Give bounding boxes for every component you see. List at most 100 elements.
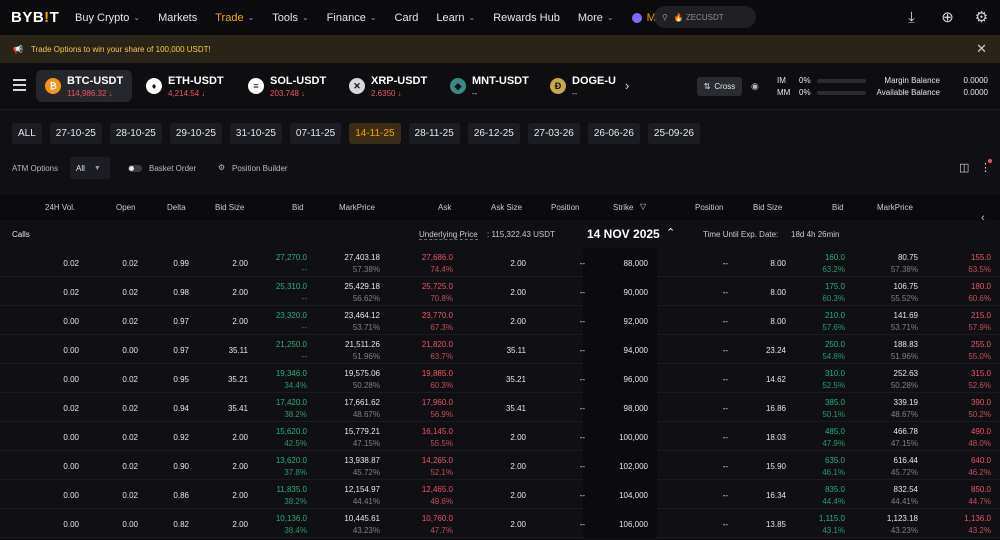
cell-pbid[interactable]: 160.0 <box>825 253 845 262</box>
cell-bid[interactable]: 25,310.0 <box>276 282 307 291</box>
cell-bid[interactable]: 19,346.0 <box>276 369 307 378</box>
settings-gear-icon[interactable]: ⚙ <box>973 9 990 26</box>
option-row[interactable]: 0.00 0.00 0.82 2.00 10,136.0 38.4% 10,445.61 43… <box>0 509 1000 538</box>
bybit-logo[interactable]: BYB!T <box>11 9 71 26</box>
cell-pmark[interactable]: 832.54 <box>894 485 918 494</box>
close-icon[interactable]: ✕ <box>976 41 987 57</box>
cell-pmark[interactable]: 106.75 <box>894 282 918 291</box>
nav-item-card[interactable]: Card <box>395 12 419 24</box>
cell-mark[interactable]: 13,938.87 <box>344 456 380 465</box>
cell-pmark[interactable]: 466.78 <box>894 427 918 436</box>
cell-pbid[interactable]: 1,115.0 <box>819 514 845 523</box>
expiry-tab-26-06-26[interactable]: 26-06-26 <box>587 123 640 144</box>
cell-ask[interactable]: 23,770.0 <box>422 311 453 320</box>
cell-pmark[interactable]: 339.19 <box>894 398 918 407</box>
hamburger-menu-icon[interactable] <box>13 79 26 91</box>
expiry-tab-07-11-25[interactable]: 07-11-25 <box>289 123 342 144</box>
cell-pask[interactable]: 1,136.0 <box>964 514 991 523</box>
download-icon[interactable]: ⤓ <box>903 9 920 26</box>
cell-ask[interactable]: 10,760.0 <box>422 514 453 523</box>
cell-pmark[interactable]: 80.75 <box>898 253 918 262</box>
cell-ask[interactable]: 25,725.0 <box>422 282 453 291</box>
pair-tab-mnt-usdt[interactable]: ◆ MNT-USDT -- <box>441 70 535 102</box>
option-row[interactable]: 0.00 0.02 0.90 2.00 13,620.0 37.8% 13,938.87 45… <box>0 451 1000 480</box>
basket-order-toggle[interactable] <box>128 165 142 172</box>
cell-mark[interactable]: 10,445.61 <box>344 514 380 523</box>
option-row[interactable]: 0.02 0.02 0.98 2.00 25,310.0 -- 25,429.18 56.62… <box>0 277 1000 306</box>
cell-pask[interactable]: 215.0 <box>971 311 991 320</box>
cell-bid[interactable]: 23,320.0 <box>276 311 307 320</box>
pair-tab-doge-u[interactable]: Ð DOGE-U -- <box>541 70 617 102</box>
cell-bid[interactable]: 21,250.0 <box>276 340 307 349</box>
cell-pmark[interactable]: 188.83 <box>894 340 918 349</box>
cell-ask[interactable]: 21,820.0 <box>422 340 453 349</box>
nav-item-markets[interactable]: Markets <box>158 12 197 24</box>
cell-ask[interactable]: 19,885.0 <box>422 369 453 378</box>
nav-item-finance[interactable]: Finance ⌄ <box>327 12 377 24</box>
option-row[interactable]: 0.00 0.00 0.97 35.11 21,250.0 -- 21,511.26 51.9… <box>0 335 1000 364</box>
cell-pbid[interactable]: 485.0 <box>825 427 845 436</box>
pair-tab-xrp-usdt[interactable]: ✕ XRP-USDT 2.6350 ↓ <box>340 70 434 102</box>
cell-pbid[interactable]: 635.0 <box>825 456 845 465</box>
cell-bid[interactable]: 11,835.0 <box>276 485 307 494</box>
cell-ask[interactable]: 17,960.0 <box>422 398 453 407</box>
cell-pask[interactable]: 255.0 <box>971 340 991 349</box>
cell-bid[interactable]: 15,620.0 <box>276 427 307 436</box>
nav-item-learn[interactable]: Learn ⌄ <box>436 12 475 24</box>
cell-pbid[interactable]: 310.0 <box>825 369 845 378</box>
search-input[interactable]: ⚲ 🔥 ZECUSDT <box>654 6 756 28</box>
cell-pask[interactable]: 850.0 <box>971 485 991 494</box>
filter-icon[interactable]: ▽ <box>640 202 646 211</box>
cell-pbid[interactable]: 250.0 <box>825 340 845 349</box>
cell-mark[interactable]: 21,511.26 <box>345 340 380 349</box>
pair-tab-sol-usdt[interactable]: ≡ SOL-USDT 203.748 ↓ <box>239 70 335 102</box>
cell-ask[interactable]: 14,265.0 <box>422 456 453 465</box>
cell-mark[interactable]: 25,429.18 <box>344 282 380 291</box>
eye-icon[interactable]: ◉ <box>751 81 759 92</box>
cell-pmark[interactable]: 1,123.18 <box>887 514 918 523</box>
cell-bid[interactable]: 10,136.0 <box>276 514 307 523</box>
option-row[interactable]: 0.02 0.02 0.94 35.41 17,420.0 38.2% 17,661.62 4… <box>0 393 1000 422</box>
cell-bid[interactable]: 13,620.0 <box>276 456 307 465</box>
cell-mark[interactable]: 23,464.12 <box>344 311 380 320</box>
expiry-tab-27-03-26[interactable]: 27-03-26 <box>527 123 580 144</box>
cell-pbid[interactable]: 385.0 <box>825 398 845 407</box>
cell-ask[interactable]: 27,686.0 <box>422 253 453 262</box>
cell-mark[interactable]: 15,779.21 <box>344 427 380 436</box>
cell-bid[interactable]: 17,420.0 <box>276 398 307 407</box>
expiry-tab-all[interactable]: ALL <box>12 123 42 144</box>
cell-ask[interactable]: 16,145.0 <box>422 427 453 436</box>
nav-item-more[interactable]: More ⌄ <box>578 12 614 24</box>
globe-icon[interactable]: ⊕ <box>939 9 956 26</box>
option-row[interactable]: 0.00 0.02 0.95 35.21 19,346.0 34.4% 19,575.06 5… <box>0 364 1000 393</box>
nav-item-buy-crypto[interactable]: Buy Crypto ⌄ <box>75 12 140 24</box>
cell-pask[interactable]: 155.0 <box>971 253 991 262</box>
expiry-tab-27-10-25[interactable]: 27-10-25 <box>49 123 102 144</box>
expiry-tab-29-10-25[interactable]: 29-10-25 <box>169 123 222 144</box>
option-row[interactable]: 0.02 0.02 0.99 2.00 27,270.0 -- 27,403.18 57.38… <box>0 248 1000 277</box>
chevron-up-icon[interactable]: ⌃ <box>666 226 675 239</box>
expiry-tab-31-10-25[interactable]: 31-10-25 <box>229 123 282 144</box>
option-row[interactable]: 0.00 0.02 0.97 2.00 23,320.0 -- 23,464.12 53.71… <box>0 306 1000 335</box>
expiry-tab-28-10-25[interactable]: 28-10-25 <box>109 123 162 144</box>
nav-item-trade[interactable]: Trade ⌄ <box>215 12 254 24</box>
cell-pbid[interactable]: 175.0 <box>825 282 845 291</box>
pair-tab-eth-usdt[interactable]: ♦ ETH-USDT 4,214.54 ↓ <box>137 70 233 102</box>
pair-tab-btc-usdt[interactable]: ₿ BTC-USDT 114,986.32 ↓ <box>36 70 132 102</box>
cell-pmark[interactable]: 141.69 <box>894 311 918 320</box>
chevron-right-icon[interactable]: › <box>625 78 629 93</box>
cell-bid[interactable]: 27,270.0 <box>276 253 307 262</box>
expiry-tab-26-12-25[interactable]: 26-12-25 <box>467 123 520 144</box>
cell-pbid[interactable]: 835.0 <box>825 485 845 494</box>
cell-ask[interactable]: 12,465.0 <box>422 485 453 494</box>
cell-pask[interactable]: 490.0 <box>971 427 991 436</box>
cell-pmark[interactable]: 252.63 <box>894 369 918 378</box>
cell-mark[interactable]: 19,575.06 <box>344 369 380 378</box>
margin-mode-button[interactable]: ⇅ Cross <box>697 77 742 96</box>
cell-mark[interactable]: 17,661.62 <box>344 398 380 407</box>
expiry-tab-25-09-26[interactable]: 25-09-26 <box>647 123 700 144</box>
expiry-tab-14-11-25[interactable]: 14-11-25 <box>349 123 401 144</box>
option-row[interactable]: 0.00 0.02 0.92 2.00 15,620.0 42.5% 15,779.21 47… <box>0 422 1000 451</box>
nav-item-rewards-hub[interactable]: Rewards Hub <box>493 12 560 24</box>
banner-text[interactable]: Trade Options to win your share of 100,0… <box>31 45 211 54</box>
